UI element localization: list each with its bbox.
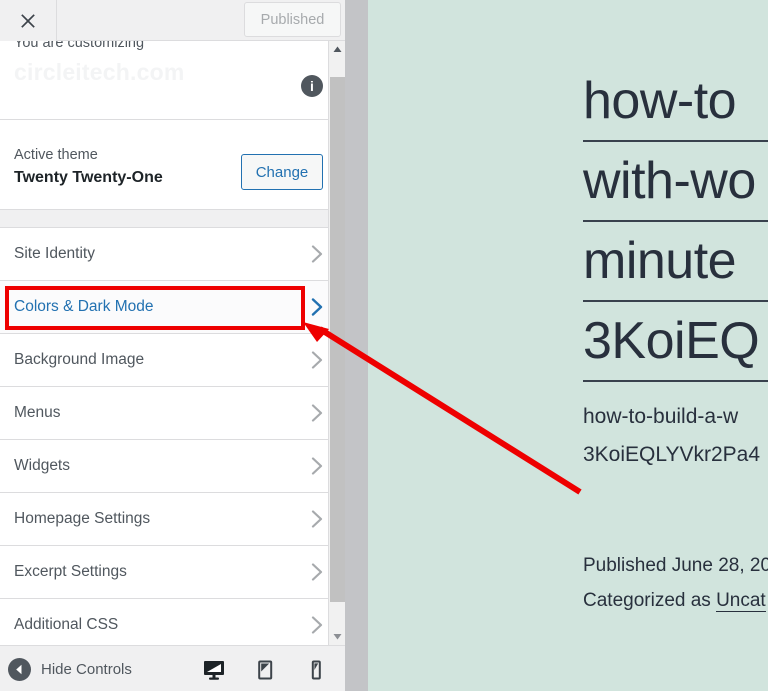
scroll-up-arrow-icon[interactable] — [329, 41, 345, 58]
info-icon[interactable]: i — [301, 75, 323, 97]
chevron-right-icon — [309, 564, 325, 580]
category-link[interactable]: Uncat — [716, 590, 766, 612]
customizer-section-list: Site Identity Colors & Dark Mode Backgro… — [0, 228, 345, 652]
change-theme-button[interactable]: Change — [241, 154, 323, 190]
customizer-footer: Hide Controls — [0, 645, 345, 691]
sidebar-item-background-image[interactable]: Background Image — [0, 334, 345, 387]
preview-post-title: how-to with-wo minute 3KoiEQ — [583, 62, 768, 382]
preview-title-line: minute — [583, 222, 768, 302]
close-icon — [19, 12, 37, 30]
chevron-right-icon — [309, 246, 325, 262]
desktop-preview-icon[interactable] — [188, 656, 239, 684]
sidebar-item-label: Additional CSS — [14, 616, 118, 634]
categorized-label: Categorized as — [583, 590, 716, 611]
preview-post-meta: Published June 28, 20 Categorized as Unc… — [583, 548, 768, 618]
chevron-right-icon — [309, 405, 325, 421]
preview-post-body: how-to-build-a-w 3KoiEQLYVkr2Pa4 — [583, 398, 760, 474]
sidebar-item-label: Excerpt Settings — [14, 563, 127, 581]
customizer-screen: Published You are customizing circleitec… — [0, 0, 768, 691]
customizer-header: Published — [0, 0, 345, 41]
sidebar-item-label: Background Image — [14, 351, 144, 369]
preview-published-date: Published June 28, 20 — [583, 548, 768, 583]
chevron-right-icon — [309, 299, 325, 315]
preview-title-line: how-to — [583, 62, 768, 142]
active-theme-section: Active theme Twenty Twenty-One Change — [0, 120, 345, 210]
publish-button[interactable]: Published — [244, 2, 341, 37]
scrollbar-thumb[interactable] — [330, 77, 345, 602]
section-divider — [0, 210, 345, 228]
sidebar-item-site-identity[interactable]: Site Identity — [0, 228, 345, 281]
mobile-preview-icon[interactable] — [290, 656, 341, 684]
hide-controls-label: Hide Controls — [41, 661, 132, 678]
sidebar-item-excerpt-settings[interactable]: Excerpt Settings — [0, 546, 345, 599]
sidebar-item-label: Menus — [14, 404, 61, 422]
sidebar-item-label: Colors & Dark Mode — [14, 298, 154, 316]
preview-body-line: how-to-build-a-w — [583, 398, 760, 436]
chevron-right-icon — [309, 617, 325, 633]
sidebar-item-homepage-settings[interactable]: Homepage Settings — [0, 493, 345, 546]
preview-category-line: Categorized as Uncat — [583, 583, 768, 618]
back-arrow-icon — [8, 658, 31, 681]
customizing-site-bar: You are customizing circleitech.com i — [0, 41, 345, 120]
sidebar-item-widgets[interactable]: Widgets — [0, 440, 345, 493]
theme-preview-pane: how-to with-wo minute 3KoiEQ how-to-buil… — [368, 0, 768, 691]
preview-title-line: 3KoiEQ — [583, 302, 768, 382]
preview-body-line: 3KoiEQLYVkr2Pa4 — [583, 436, 760, 474]
customizing-label: You are customizing — [14, 41, 144, 51]
active-theme-label: Active theme — [14, 147, 98, 163]
chevron-right-icon — [309, 511, 325, 527]
customizer-scrollbar[interactable] — [328, 41, 345, 645]
device-preview-switcher — [188, 656, 341, 684]
sidebar-item-colors-dark-mode[interactable]: Colors & Dark Mode — [0, 281, 345, 334]
site-name-text: circleitech.com — [14, 59, 184, 86]
sidebar-item-menus[interactable]: Menus — [0, 387, 345, 440]
panel-preview-gutter — [345, 0, 368, 691]
close-customizer-button[interactable] — [0, 0, 57, 41]
sidebar-item-label: Widgets — [14, 457, 70, 475]
chevron-right-icon — [309, 458, 325, 474]
sidebar-item-label: Homepage Settings — [14, 510, 150, 528]
hide-controls-button[interactable]: Hide Controls — [8, 658, 132, 681]
customizer-panel: Published You are customizing circleitec… — [0, 0, 345, 691]
preview-title-line: with-wo — [583, 142, 768, 222]
tablet-preview-icon[interactable] — [239, 656, 290, 684]
chevron-right-icon — [309, 352, 325, 368]
scroll-down-arrow-icon[interactable] — [329, 628, 345, 645]
active-theme-name: Twenty Twenty-One — [14, 169, 163, 187]
sidebar-item-label: Site Identity — [14, 245, 95, 263]
